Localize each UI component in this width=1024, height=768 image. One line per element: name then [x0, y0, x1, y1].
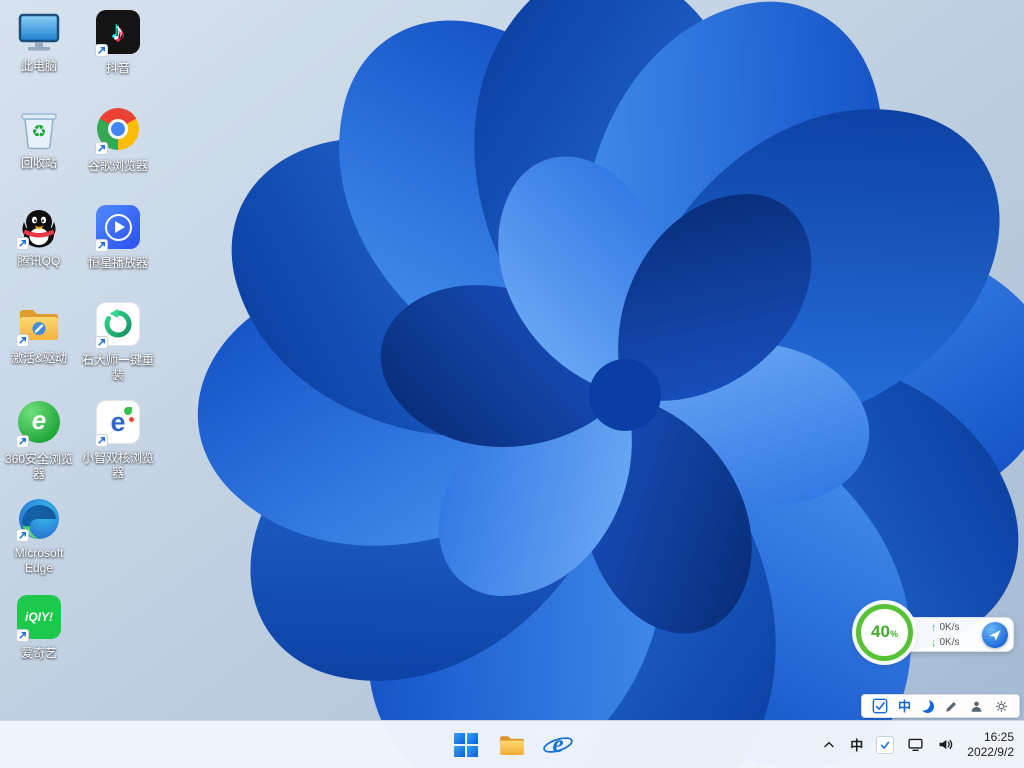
folder-icon — [500, 735, 524, 755]
chrome-icon — [94, 108, 142, 156]
upload-arrow-icon: ↑ — [931, 621, 937, 634]
desktop-icon-qq[interactable]: 腾讯QQ — [0, 203, 78, 269]
ime-toolbar[interactable]: 中 — [860, 694, 1020, 718]
desktop-icon-shidashi[interactable]: 石大师一键重装 — [79, 300, 157, 382]
desktop-icon-chrome[interactable]: 谷歌浏览器 — [79, 105, 157, 174]
ime-chinese-mode-button[interactable]: 中 — [898, 700, 911, 713]
system-tray: 中 16:25 2022/9/2 — [821, 721, 1024, 768]
desktop-icon-360-browser[interactable]: e 360安全浏览器 — [0, 398, 78, 481]
stellar-player-icon — [94, 205, 142, 253]
desktop-icon-stellar-player[interactable]: 恒星播放器 — [79, 203, 157, 271]
shortcut-arrow-icon — [16, 237, 29, 250]
ime-selected-icon[interactable] — [872, 698, 888, 714]
browser-e-glyph: e — [31, 405, 47, 435]
percent-sign: % — [889, 629, 898, 639]
desktop-icon-label: 激活&驱动 — [10, 351, 67, 365]
shidashi-icon — [94, 302, 142, 350]
ime-settings-gear-icon[interactable] — [994, 699, 1009, 714]
memory-usage-gauge[interactable]: 40% — [856, 604, 913, 661]
desktop-icon-label: 小智双核浏览器 — [81, 451, 154, 480]
browser-e-glyph: e — [110, 406, 126, 437]
fullwidth-moon-icon[interactable] — [921, 700, 934, 713]
360-browser-icon: e — [15, 401, 63, 449]
shortcut-arrow-icon — [95, 434, 108, 447]
desktop-icon-douyin[interactable]: ♪ 抖音 — [79, 8, 157, 76]
desktop-icon-recycle-bin[interactable]: ♻ 回收站 — [0, 105, 78, 171]
tray-clock[interactable]: 16:25 2022/9/2 — [967, 730, 1014, 760]
tray-chevron-up-icon[interactable] — [821, 737, 837, 753]
iqiyi-icon: iQIY! — [15, 595, 63, 643]
desktop-icon-label: 此电脑 — [20, 59, 57, 73]
desktop-icon-edge[interactable]: Microsoft Edge — [0, 495, 78, 575]
shortcut-arrow-icon — [95, 44, 108, 57]
iqiyi-wordmark: iQIY! — [24, 610, 53, 624]
edge-icon — [15, 495, 63, 543]
shortcut-arrow-icon — [16, 529, 29, 542]
desktop-icon-label: 腾讯QQ — [17, 254, 61, 268]
shortcut-arrow-icon — [95, 336, 108, 349]
shortcut-arrow-icon — [95, 142, 108, 155]
desktop-icon-label: 360安全浏览器 — [4, 452, 74, 481]
accelerate-ball-button[interactable] — [982, 621, 1008, 648]
start-button[interactable] — [446, 725, 486, 765]
file-explorer-button[interactable] — [492, 725, 532, 765]
tray-input-method-indicator[interactable]: 中 — [850, 735, 863, 754]
desktop-icon-iqiyi[interactable]: iQIY! 爱奇艺 — [0, 593, 78, 661]
desktop-icon-activation-folder[interactable]: 激活&驱动 — [0, 300, 78, 366]
desktop-icon-label: Microsoft Edge — [14, 546, 64, 575]
tray-volume-icon[interactable] — [937, 736, 954, 753]
recycle-glyph: ♻ — [31, 122, 47, 141]
this-pc-icon — [15, 8, 63, 56]
ime-pen-icon[interactable] — [944, 699, 959, 714]
clock-time: 16:25 — [983, 729, 1014, 744]
desktop-icon-label: 石大师一键重装 — [81, 353, 154, 382]
download-arrow-icon: ↓ — [931, 636, 937, 649]
taskbar: e 中 16:25 2022/9/2 — [0, 720, 1024, 768]
rocket-icon — [989, 629, 1001, 641]
play-icon — [104, 213, 132, 241]
usage-percent: 40 — [871, 622, 890, 641]
desktop-icon-xiaozhi-browser[interactable]: e 小智双核浏览器 — [79, 398, 157, 480]
ime-user-icon[interactable] — [969, 699, 984, 714]
red-dot — [129, 417, 134, 422]
music-note-glyph: ♪ — [111, 17, 125, 46]
upload-speed-value: 0K/s — [939, 622, 960, 633]
desktop-icon-this-pc[interactable]: 此电脑 — [0, 8, 78, 74]
desktop-icon-label: 抖音 — [105, 61, 130, 75]
shortcut-arrow-icon — [95, 239, 108, 252]
tray-network-icon[interactable] — [907, 736, 924, 753]
folder-icon — [15, 300, 63, 348]
douyin-icon: ♪ — [94, 10, 142, 58]
shortcut-arrow-icon — [16, 334, 29, 347]
browser-e-icon: e — [542, 729, 574, 761]
qq-penguin-icon — [15, 203, 63, 251]
desktop-icon-label: 回收站 — [20, 156, 57, 170]
shortcut-arrow-icon — [16, 435, 29, 448]
recycle-bin-icon: ♻ — [15, 105, 63, 153]
speed-widget[interactable]: ↑ 0K/s ↓ 0K/s 40% — [856, 604, 1018, 664]
shortcut-arrow-icon — [16, 629, 29, 642]
tray-security-check-icon[interactable] — [876, 735, 895, 754]
taskbar-center-icons: e — [446, 721, 578, 768]
desktop-icon-label: 爱奇艺 — [20, 646, 57, 660]
desktop[interactable]: { "colors": { "accent_blue": "#1565d8", … — [0, 0, 1024, 768]
download-speed-value: 0K/s — [939, 637, 960, 648]
leaf-dot — [124, 407, 132, 415]
browser-button[interactable]: e — [538, 725, 578, 765]
xiaozhi-browser-icon: e — [94, 400, 142, 448]
windows-logo-icon — [454, 732, 478, 757]
clock-date: 2022/9/2 — [967, 744, 1014, 759]
desktop-icon-label: 恒星播放器 — [87, 256, 148, 270]
desktop-icon-label: 谷歌浏览器 — [87, 159, 148, 173]
